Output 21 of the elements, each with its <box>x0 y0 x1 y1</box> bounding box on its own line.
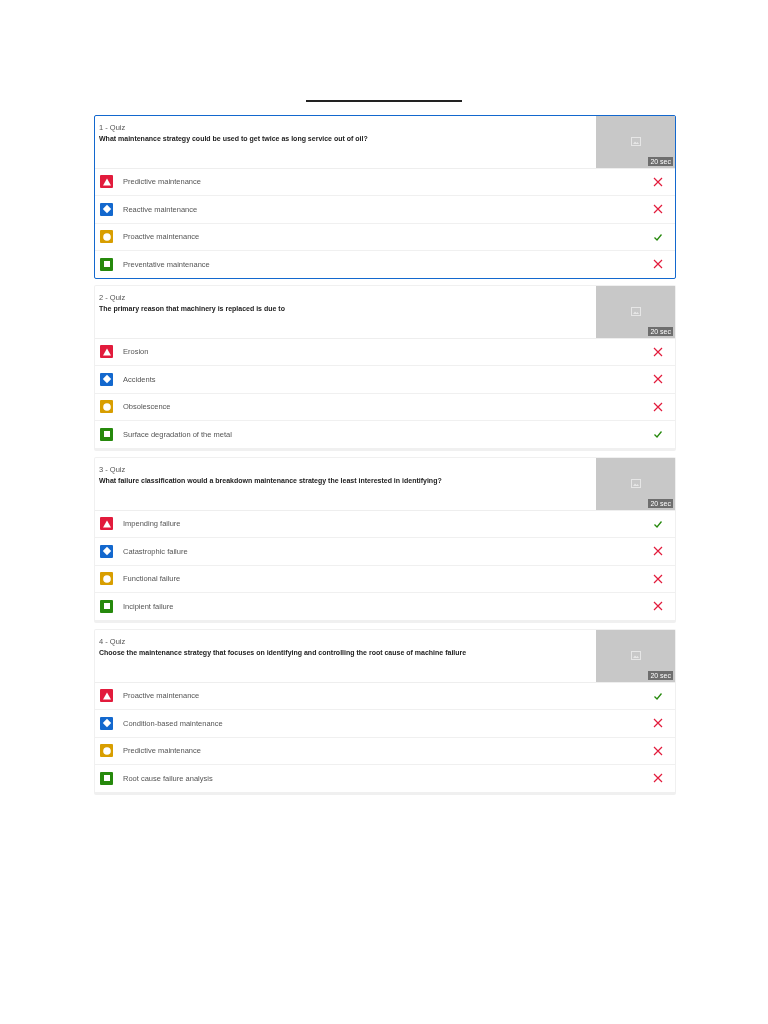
triangle-icon <box>100 345 113 359</box>
diamond-icon <box>100 716 113 730</box>
image-icon <box>630 137 641 146</box>
circle-icon <box>100 744 113 758</box>
diamond-icon <box>100 372 113 386</box>
square-icon <box>100 257 113 271</box>
image-icon <box>630 479 641 488</box>
square-icon <box>100 771 113 785</box>
triangle-icon <box>100 689 113 703</box>
triangle-icon <box>100 175 113 189</box>
circle-icon <box>100 572 113 586</box>
diamond-icon <box>100 544 113 558</box>
image-icon <box>630 307 641 316</box>
diamond-icon <box>100 202 113 216</box>
triangle-icon <box>100 517 113 531</box>
square-icon <box>100 599 113 613</box>
circle-icon <box>100 230 113 244</box>
circle-icon <box>100 400 113 414</box>
image-icon <box>630 651 641 660</box>
question-card[interactable] <box>94 628 676 795</box>
square-icon <box>100 427 113 441</box>
